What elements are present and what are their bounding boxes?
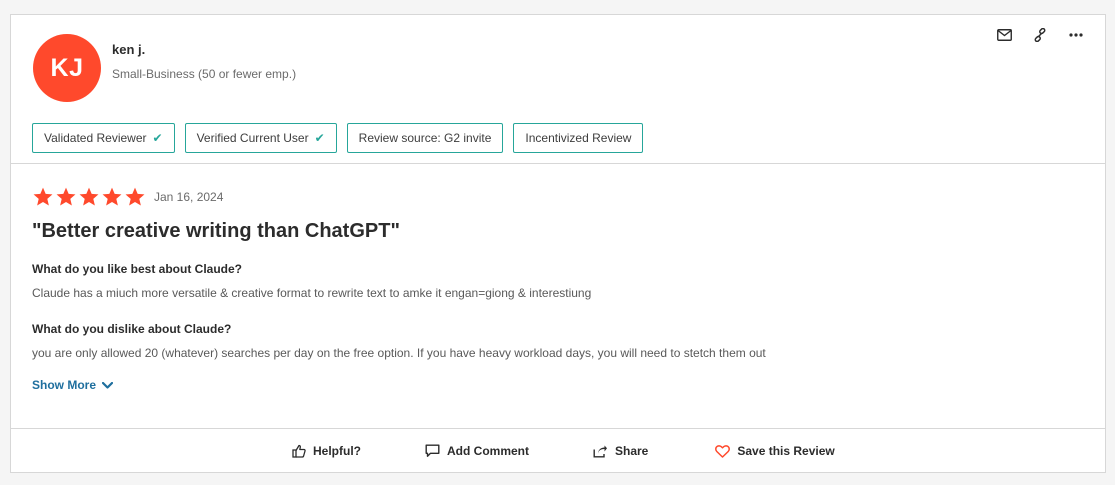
badge-label: Incentivized Review xyxy=(525,131,632,145)
check-icon: ✔ xyxy=(314,131,325,145)
star-icon xyxy=(78,186,100,208)
review-title: "Better creative writing than ChatGPT" xyxy=(32,220,400,242)
reviewer-name: ken j. xyxy=(112,42,146,57)
reviewer-header: KJ ken j. Small-Business (50 or fewer em… xyxy=(11,15,1105,164)
review-card: KJ ken j. Small-Business (50 or fewer em… xyxy=(10,14,1106,473)
star-rating xyxy=(32,186,146,208)
save-review-button[interactable]: Save this Review xyxy=(715,444,835,458)
badge-label: Verified Current User xyxy=(196,131,309,145)
rating-row: Jan 16, 2024 xyxy=(32,185,1082,209)
badge-validated-reviewer: Validated Reviewer ✔ xyxy=(32,123,175,153)
dislike-question: What do you dislike about Claude? xyxy=(32,322,232,336)
link-icon[interactable] xyxy=(1031,26,1049,44)
review-actions xyxy=(995,26,1085,44)
badge-label: Review source: G2 invite xyxy=(358,131,492,145)
review-footer: Helpful? Add Comment Share Save this Rev… xyxy=(11,428,1105,474)
more-icon[interactable] xyxy=(1067,26,1085,44)
badge-incentivized-review: Incentivized Review xyxy=(513,123,644,153)
show-more-label: Show More xyxy=(32,378,97,392)
badge-verified-current-user: Verified Current User ✔ xyxy=(184,123,337,153)
like-answer: Claude has a miuch more versatile & crea… xyxy=(32,286,592,300)
star-icon xyxy=(101,186,123,208)
helpful-label: Helpful? xyxy=(313,444,361,458)
add-comment-button[interactable]: Add Comment xyxy=(425,444,529,458)
helpful-button[interactable]: Helpful? xyxy=(292,444,361,458)
comment-icon xyxy=(425,444,440,457)
save-review-label: Save this Review xyxy=(737,444,835,458)
mail-icon[interactable] xyxy=(995,26,1013,44)
thumbs-up-icon xyxy=(292,444,306,458)
show-more-link[interactable]: Show More xyxy=(32,378,1082,392)
like-question: What do you like best about Claude? xyxy=(32,262,243,276)
reviewer-segment: Small-Business (50 or fewer emp.) xyxy=(112,67,297,81)
dislike-answer: you are only allowed 20 (whatever) searc… xyxy=(32,346,766,360)
review-date: Jan 16, 2024 xyxy=(154,190,224,204)
share-button[interactable]: Share xyxy=(593,444,648,458)
check-icon: ✔ xyxy=(152,131,163,145)
chevron-down-icon xyxy=(102,381,114,389)
star-icon xyxy=(32,186,54,208)
review-body: Jan 16, 2024 "Better creative writing th… xyxy=(32,185,1082,392)
star-icon xyxy=(124,186,146,208)
avatar: KJ xyxy=(33,34,101,102)
heart-icon xyxy=(715,444,731,458)
share-icon xyxy=(593,445,607,457)
badge-review-source: Review source: G2 invite xyxy=(346,123,504,153)
star-icon xyxy=(55,186,77,208)
badge-label: Validated Reviewer xyxy=(44,131,147,145)
add-comment-label: Add Comment xyxy=(447,444,529,458)
badge-list: Validated Reviewer ✔ Verified Current Us… xyxy=(32,123,644,153)
share-label: Share xyxy=(615,444,649,458)
